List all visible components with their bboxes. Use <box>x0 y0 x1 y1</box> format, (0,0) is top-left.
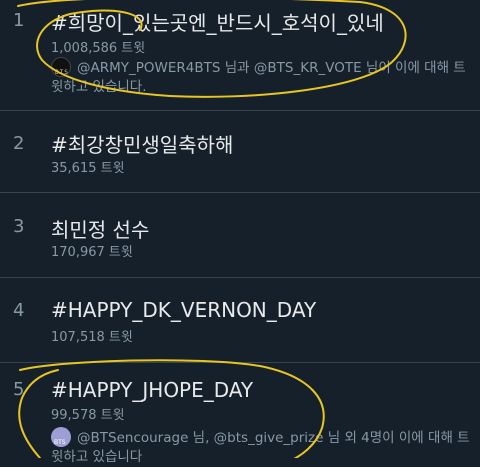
trend-rank: 3 <box>13 216 25 237</box>
trend-title: #HAPPY_DK_VERNON_DAY <box>51 298 317 322</box>
trend-tweet-count: 35,615 트윗 <box>51 161 125 176</box>
context-user-link[interactable]: @ARMY_POWER4BTS <box>77 60 220 76</box>
trend-tweet-count: 99,578 트윗 <box>51 408 125 423</box>
trend-title: #최강창민생일축하해 <box>51 133 234 157</box>
context-user-link[interactable]: @bts_give_prize <box>214 430 324 446</box>
context-joiner: 님, <box>188 430 214 446</box>
trend-title: #HAPPY_JHOPE_DAY <box>51 378 254 402</box>
trend-tweet-count: 107,518 트윗 <box>51 330 133 345</box>
trend-context: BTS @ARMY_POWER4BTS 님과 @BTS_KR_VOTE 님이 이에… <box>51 57 471 97</box>
trend-item-5[interactable]: 5 #HAPPY_JHOPE_DAY 99,578 트윗 BTS @BTSenco… <box>0 363 480 465</box>
trend-title: #희망이_있는곳엔_반드시_호석이_있네 <box>51 11 384 35</box>
avatar-logo: BTS <box>54 439 66 446</box>
avatar-logo: BTS <box>55 69 69 76</box>
trend-item-2[interactable]: 2 #최강창민생일축하해 35,615 트윗 <box>0 111 480 193</box>
trend-item-4[interactable]: 4 #HAPPY_DK_VERNON_DAY 107,518 트윗 <box>0 278 480 363</box>
avatar: BTS <box>51 57 71 77</box>
context-joiner: 님과 <box>220 60 254 76</box>
trend-rank: 5 <box>13 379 25 400</box>
trend-title: 최민정 선수 <box>51 218 150 242</box>
trend-item-3[interactable]: 3 최민정 선수 170,967 트윗 <box>0 193 480 278</box>
trend-rank: 2 <box>13 133 25 154</box>
trend-rank: 4 <box>13 300 25 321</box>
avatar: BTS <box>51 427 71 447</box>
trend-item-1[interactable]: 1 #희망이_있는곳엔_반드시_호석이_있네 1,008,586 트윗 BTS @… <box>0 0 480 111</box>
trend-rank: 1 <box>13 10 25 31</box>
trend-tweet-count: 1,008,586 트윗 <box>51 41 146 56</box>
context-user-link[interactable]: @BTS_KR_VOTE <box>254 60 362 76</box>
trend-context: BTS @BTSencourage 님, @bts_give_prize 님 외 … <box>51 427 471 467</box>
trend-tweet-count: 170,967 트윗 <box>51 245 133 260</box>
context-user-link[interactable]: @BTSencourage <box>77 430 188 446</box>
trends-list: 1 #희망이_있는곳엔_반드시_호석이_있네 1,008,586 트윗 BTS @… <box>0 0 480 465</box>
